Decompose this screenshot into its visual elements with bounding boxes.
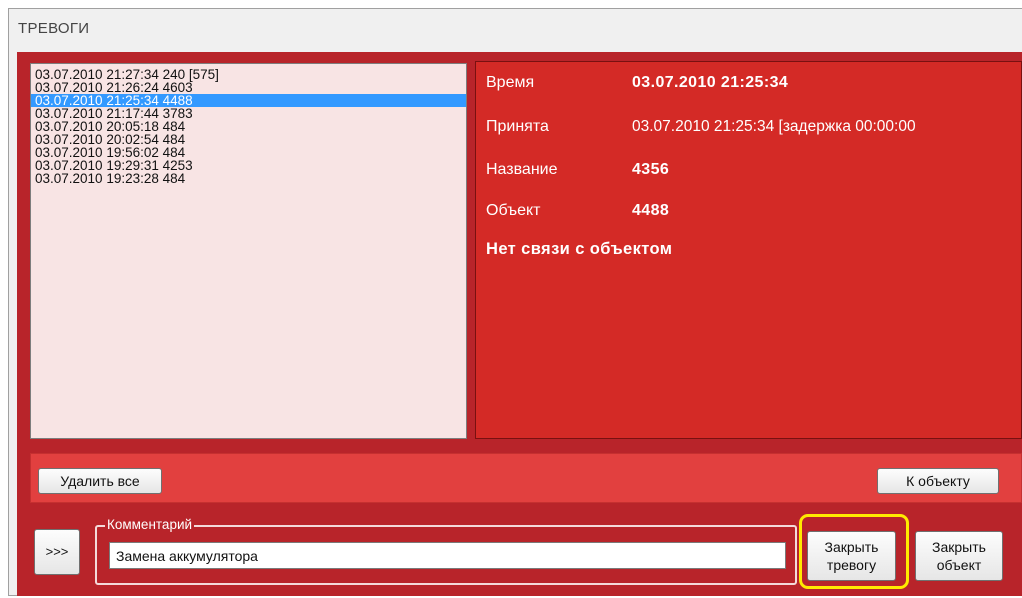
name-value: 4356	[632, 161, 670, 178]
name-label: Название	[486, 161, 558, 178]
comment-input[interactable]	[109, 542, 786, 569]
accepted-label: Принята	[486, 118, 549, 135]
accepted-value: 03.07.2010 21:25:34 [задержка 00:00:00	[632, 118, 916, 135]
time-label: Время	[486, 74, 535, 91]
time-value: 03.07.2010 21:25:34	[632, 74, 789, 91]
close-alarm-button[interactable]: Закрыть тревогу	[807, 531, 896, 581]
delete-all-button[interactable]: Удалить все	[38, 468, 162, 494]
goto-object-button[interactable]: К объекту	[877, 468, 999, 494]
expand-button[interactable]: >>>	[34, 529, 80, 575]
connection-status: Нет связи с объектом	[486, 240, 673, 258]
comment-legend: Комментарий	[105, 517, 195, 532]
action-bar: Удалить все К объекту	[30, 453, 1022, 503]
object-value: 4488	[632, 202, 670, 219]
object-label: Объект	[486, 202, 541, 219]
close-alarm-label-line1: Закрыть	[824, 539, 879, 555]
close-object-button[interactable]: Закрыть объект	[915, 531, 1003, 581]
close-alarm-label-line2: тревогу	[826, 557, 877, 573]
close-object-label-line1: Закрыть	[932, 539, 986, 555]
alarm-list-item[interactable]: 03.07.2010 19:23:28 484	[31, 172, 466, 186]
close-object-label-line2: объект	[936, 557, 982, 573]
alarm-list[interactable]: 03.07.2010 21:27:34 240 [575] 03.07.2010 …	[30, 63, 467, 439]
alarm-detail-panel: Время 03.07.2010 21:25:34 Принята 03.07.…	[475, 61, 1022, 439]
window-title: ТРЕВОГИ	[18, 20, 90, 37]
